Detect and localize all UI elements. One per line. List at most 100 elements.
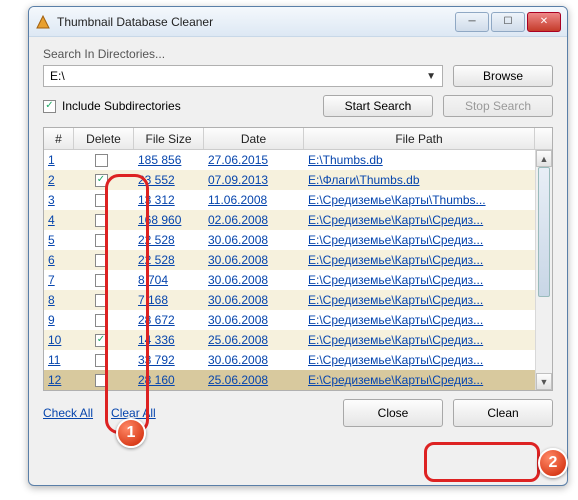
check-all-link[interactable]: Check All [43, 406, 93, 420]
table-row[interactable]: 928 67230.06.2008E:\Средиземье\Карты\Сре… [44, 310, 552, 330]
table-row[interactable]: 1185 85627.06.2015E:\Thumbs.db [44, 150, 552, 170]
table-row[interactable]: 313 31211.06.2008E:\Средиземье\Карты\Thu… [44, 190, 552, 210]
cell-number: 3 [44, 193, 74, 207]
browse-button[interactable]: Browse [453, 65, 553, 87]
delete-checkbox[interactable] [95, 174, 108, 187]
table-row[interactable]: 78 70430.06.2008E:\Средиземье\Карты\Сред… [44, 270, 552, 290]
col-path[interactable]: File Path [304, 128, 535, 149]
cell-delete [74, 154, 134, 167]
table-row[interactable]: 10 14 33625.06.2008E:\Средиземье\Карты\Ср… [44, 330, 552, 350]
cell-delete [74, 294, 134, 307]
window: Thumbnail Database Cleaner ─ ☐ ✕ Search … [28, 6, 568, 486]
delete-checkbox[interactable] [95, 214, 108, 227]
delete-checkbox[interactable] [95, 294, 108, 307]
maximize-button[interactable]: ☐ [491, 12, 525, 32]
cell-size: 28 160 [134, 373, 204, 387]
table-body: 1185 85627.06.2015E:\Thumbs.db223 55207.… [44, 150, 552, 390]
cell-number: 10 [44, 333, 74, 347]
cell-path: E:\Средиземье\Карты\Средиз... [304, 313, 552, 327]
stop-search-button: Stop Search [443, 95, 553, 117]
cell-path: E:\Средиземье\Карты\Средиз... [304, 333, 552, 347]
bottom-buttons: Close Clean [343, 399, 553, 427]
options-row: Include Subdirectories Start Search Stop… [43, 95, 553, 117]
include-label: Include Subdirectories [62, 99, 181, 113]
cell-number: 7 [44, 273, 74, 287]
col-date[interactable]: Date [204, 128, 304, 149]
search-label: Search In Directories... [43, 47, 553, 61]
cell-path: E:\Флаги\Thumbs.db [304, 173, 552, 187]
scroll-thumb[interactable] [538, 167, 550, 297]
cell-size: 185 856 [134, 153, 204, 167]
window-title: Thumbnail Database Cleaner [57, 15, 455, 29]
cell-delete [74, 274, 134, 287]
minimize-button[interactable]: ─ [455, 12, 489, 32]
table-row[interactable]: 87 16830.06.2008E:\Средиземье\Карты\Сред… [44, 290, 552, 310]
cell-path: E:\Thumbs.db [304, 153, 552, 167]
cell-path: E:\Средиземье\Карты\Средиз... [304, 353, 552, 367]
vertical-scrollbar[interactable]: ▲ ▼ [535, 150, 552, 390]
delete-checkbox[interactable] [95, 334, 108, 347]
results-table: # Delete File Size Date File Path 1185 8… [43, 127, 553, 391]
col-size[interactable]: File Size [134, 128, 204, 149]
scroll-down-icon[interactable]: ▼ [536, 373, 552, 390]
close-button[interactable]: ✕ [527, 12, 561, 32]
include-subdirs[interactable]: Include Subdirectories [43, 99, 303, 113]
cell-delete [74, 234, 134, 247]
delete-checkbox[interactable] [95, 154, 108, 167]
cell-number: 12 [44, 373, 74, 387]
include-checkbox[interactable] [43, 100, 56, 113]
cell-delete [74, 194, 134, 207]
delete-checkbox[interactable] [95, 314, 108, 327]
cell-date: 07.09.2013 [204, 173, 304, 187]
table-row[interactable]: 622 52830.06.2008E:\Средиземье\Карты\Сре… [44, 250, 552, 270]
cell-size: 22 528 [134, 253, 204, 267]
cell-delete [74, 214, 134, 227]
scroll-up-icon[interactable]: ▲ [536, 150, 552, 167]
cell-size: 168 960 [134, 213, 204, 227]
clean-button[interactable]: Clean [453, 399, 553, 427]
table-row[interactable]: 223 55207.09.2013E:\Флаги\Thumbs.db [44, 170, 552, 190]
table-row[interactable]: 1133 79230.06.2008E:\Средиземье\Карты\Ср… [44, 350, 552, 370]
path-combobox[interactable]: E:\ ▼ [43, 65, 443, 87]
table-row[interactable]: 522 52830.06.2008E:\Средиземье\Карты\Сре… [44, 230, 552, 250]
close-dialog-button[interactable]: Close [343, 399, 443, 427]
delete-checkbox[interactable] [95, 254, 108, 267]
cell-delete [74, 354, 134, 367]
cell-number: 8 [44, 293, 74, 307]
annotation-badge-1: 1 [116, 418, 146, 448]
col-number[interactable]: # [44, 128, 74, 149]
delete-checkbox[interactable] [95, 234, 108, 247]
cell-date: 25.06.2008 [204, 333, 304, 347]
window-buttons: ─ ☐ ✕ [455, 12, 561, 32]
table-row[interactable]: 4168 96002.06.2008E:\Средиземье\Карты\Ср… [44, 210, 552, 230]
col-scroll [535, 128, 552, 149]
app-icon [35, 14, 51, 30]
cell-date: 11.06.2008 [204, 193, 304, 207]
delete-checkbox[interactable] [95, 354, 108, 367]
cell-path: E:\Средиземье\Карты\Средиз... [304, 213, 552, 227]
start-search-button[interactable]: Start Search [323, 95, 433, 117]
cell-path: E:\Средиземье\Карты\Средиз... [304, 233, 552, 247]
table-header: # Delete File Size Date File Path [44, 128, 552, 150]
search-buttons: Start Search Stop Search [323, 95, 553, 117]
titlebar: Thumbnail Database Cleaner ─ ☐ ✕ [29, 7, 567, 37]
cell-size: 14 336 [134, 333, 204, 347]
cell-delete [74, 334, 134, 347]
cell-date: 30.06.2008 [204, 353, 304, 367]
delete-checkbox[interactable] [95, 274, 108, 287]
cell-path: E:\Средиземье\Карты\Средиз... [304, 293, 552, 307]
delete-checkbox[interactable] [95, 194, 108, 207]
delete-checkbox[interactable] [95, 374, 108, 387]
cell-path: E:\Средиземье\Карты\Средиз... [304, 273, 552, 287]
cell-date: 30.06.2008 [204, 233, 304, 247]
cell-path: E:\Средиземье\Карты\Средиз... [304, 373, 552, 387]
table-row[interactable]: 1228 16025.06.2008E:\Средиземье\Карты\Ср… [44, 370, 552, 390]
cell-size: 28 672 [134, 313, 204, 327]
col-delete[interactable]: Delete [74, 128, 134, 149]
cell-date: 30.06.2008 [204, 313, 304, 327]
cell-size: 33 792 [134, 353, 204, 367]
cell-path: E:\Средиземье\Карты\Средиз... [304, 253, 552, 267]
cell-date: 30.06.2008 [204, 293, 304, 307]
chevron-down-icon: ▼ [426, 71, 436, 82]
cell-number: 6 [44, 253, 74, 267]
